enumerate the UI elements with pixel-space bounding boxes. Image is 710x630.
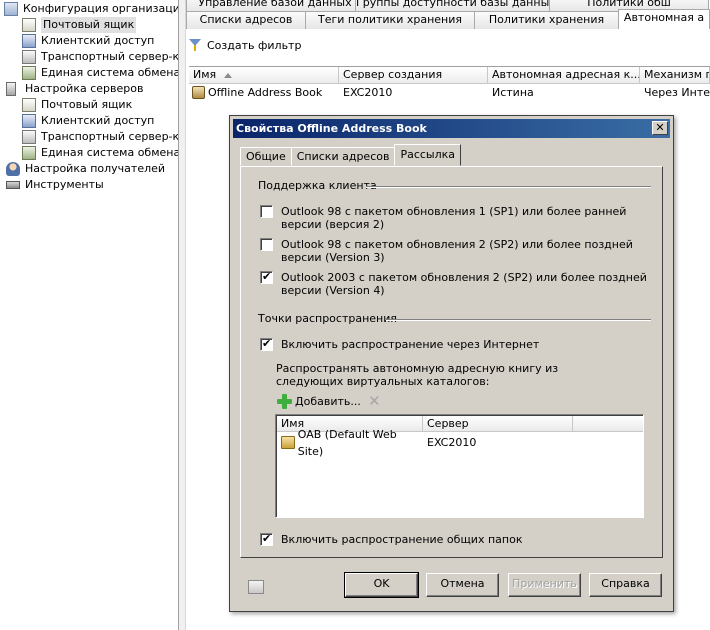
client-v3-option[interactable]: Outlook 98 с пакетом обновления 2 (SP2) … <box>260 238 651 264</box>
tools-icon <box>6 181 20 189</box>
virtual-directory-icon <box>281 436 295 449</box>
ok-button[interactable]: OK <box>344 572 419 598</box>
client-v3-checkbox[interactable] <box>260 238 273 251</box>
public-folder-checkbox[interactable] <box>260 532 273 546</box>
tree-item-server-unified-messaging[interactable]: Единая система обмена со <box>22 145 178 161</box>
create-filter-button[interactable]: Создать фильтр <box>207 39 301 52</box>
column-header-server[interactable]: Сервер создания <box>339 67 488 84</box>
tree-item-server-client-access[interactable]: Клиентский доступ <box>22 113 154 129</box>
tab-address-lists[interactable]: Списки адресов <box>186 11 306 29</box>
tree-item-org-unified-messaging[interactable]: Единая система обмена со <box>22 65 178 81</box>
column-header-server[interactable]: Сервер <box>423 416 573 432</box>
tree-item-org-hub-transport[interactable]: Транспортный сервер-кон <box>22 49 178 65</box>
list-item[interactable]: OAB (Default Web Site) EXC2010 <box>277 428 573 458</box>
tab-general[interactable]: Общие <box>240 147 292 166</box>
tree-item-org-config[interactable]: Конфигурация организации <box>4 1 178 17</box>
unified-messaging-icon <box>22 146 36 160</box>
tab-retention-policies[interactable]: Политики хранения <box>474 11 619 29</box>
tree-item-server-hub-transport[interactable]: Транспортный сервер-кон <box>22 129 178 145</box>
client-access-icon <box>22 114 36 128</box>
client-v2-option[interactable]: Outlook 98 с пакетом обновления 1 (SP1) … <box>260 205 651 231</box>
distribution-panel: Поддержка клиента Outlook 98 с пакетом о… <box>240 166 663 558</box>
column-header-name[interactable]: Имя <box>189 67 339 84</box>
tree-item-org-client-access[interactable]: Клиентский доступ <box>22 33 154 49</box>
close-icon[interactable]: ✕ <box>652 121 668 135</box>
cancel-button[interactable]: Отмена <box>426 573 499 597</box>
tree-item-server-config[interactable]: Настройка серверов <box>6 81 143 97</box>
tab-retention-tags[interactable]: Теги политики хранения <box>305 11 475 29</box>
mailbox-icon <box>22 18 36 32</box>
row-mechanism: Через Интерн <box>644 86 710 99</box>
client-v2-checkbox[interactable] <box>260 205 273 218</box>
tree-item-org-mailbox[interactable]: Почтовый ящик <box>22 17 137 33</box>
remove-icon[interactable]: ✕ <box>368 392 381 410</box>
tree-item-recipient-config[interactable]: Настройка получателей <box>6 161 165 177</box>
public-folder-option[interactable]: Включить распространение общих папок <box>260 532 651 546</box>
divider <box>386 319 651 321</box>
column-header-default[interactable]: Автономная адресная к... <box>488 67 640 84</box>
unified-messaging-icon <box>22 66 36 80</box>
virtual-directory-list: Имя Сервер OAB (Default Web Site) EXC201… <box>275 414 644 518</box>
web-distribution-checkbox[interactable] <box>260 337 273 351</box>
add-button[interactable]: Добавить... <box>277 394 361 409</box>
tab-distribution[interactable]: Рассылка <box>394 144 462 166</box>
oab-list-header: Имя Сервер создания Автономная адресная … <box>189 67 710 84</box>
row-name: Offline Address Book <box>208 86 323 99</box>
pane-splitter[interactable] <box>178 0 186 630</box>
server-icon <box>6 82 16 96</box>
virtual-directories-description: Распространять автономную адресную книгу… <box>276 362 559 388</box>
web-distribution-option[interactable]: Включить распространение через Интернет <box>260 337 651 351</box>
help-context-icon[interactable] <box>248 580 264 594</box>
address-book-icon <box>192 86 205 99</box>
recipient-icon <box>6 162 20 176</box>
row-default: Истина <box>492 86 534 99</box>
client-support-label: Поддержка клиента <box>258 179 377 192</box>
distribution-points-label: Точки распространения <box>258 312 398 325</box>
dialog-tabs: Общие Списки адресов Рассылка <box>240 144 462 166</box>
tab-row-bottom: Списки адресов Теги политики хранения По… <box>186 9 710 29</box>
divider <box>366 186 651 188</box>
filter-icon <box>189 39 201 51</box>
tree-item-tools[interactable]: Инструменты <box>6 177 104 193</box>
mailbox-icon <box>22 98 36 112</box>
add-icon <box>277 394 292 409</box>
oab-properties-dialog: Свойства Offline Address Book ✕ Общие Сп… <box>229 115 674 612</box>
client-v4-checkbox[interactable] <box>260 270 273 284</box>
dialog-title-bar[interactable]: Свойства Offline Address Book ✕ <box>233 119 670 138</box>
hub-transport-icon <box>22 50 36 64</box>
tab-offline-address-book[interactable]: Автономная а <box>618 9 710 29</box>
sort-ascending-icon <box>224 72 233 78</box>
column-header-empty <box>573 416 643 432</box>
row-server: EXC2010 <box>343 86 393 99</box>
dialog-title: Свойства Offline Address Book <box>236 122 427 135</box>
org-config-icon <box>4 2 18 16</box>
help-button[interactable]: Справка <box>589 573 662 597</box>
client-v4-option[interactable]: Outlook 2003 с пакетом обновления 2 (SP2… <box>260 270 651 297</box>
client-access-icon <box>22 34 36 48</box>
apply-button[interactable]: Применить <box>508 573 581 597</box>
tab-address-lists[interactable]: Списки адресов <box>290 147 396 166</box>
hub-transport-icon <box>22 130 36 144</box>
column-header-mechanism[interactable]: Механизм пер <box>640 67 710 84</box>
tree-item-server-mailbox[interactable]: Почтовый ящик <box>22 97 132 113</box>
navigation-tree: Конфигурация организации Почтовый ящик К… <box>0 0 178 630</box>
toolbar: Создать фильтр <box>186 34 301 56</box>
table-row[interactable]: Offline Address Book EXC2010 Истина Чере… <box>189 84 710 101</box>
